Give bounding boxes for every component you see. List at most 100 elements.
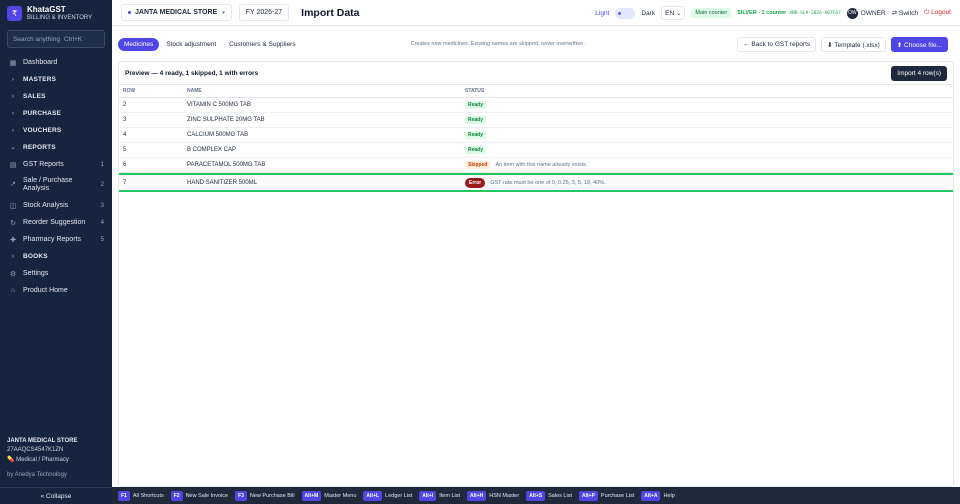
chart-icon: ↗: [10, 181, 16, 188]
brand[interactable]: ₹ KhataGST BILLING & INVENTORY: [0, 0, 112, 26]
store-dot-icon: [128, 11, 131, 14]
shortcut-number: 5: [100, 236, 104, 243]
shortcut-number: 2: [100, 182, 104, 188]
tab-stock-adjustment[interactable]: Stock adjustment: [160, 38, 222, 51]
shortcut-key: Alt+S: [526, 490, 546, 501]
item-name: CALCIUM 500MG TAB: [187, 132, 249, 138]
store-category: 💊 Medical / Pharmacy: [7, 456, 77, 463]
template-download-button[interactable]: ⬇ Template (.xlsx): [821, 37, 886, 52]
status-message: An item with this name already exists.: [495, 162, 588, 168]
tab-medicines[interactable]: Medicines: [118, 37, 160, 51]
import-rows-button[interactable]: Import 4 row(s): [891, 66, 947, 81]
brand-name: KhataGST: [27, 5, 66, 14]
sidebar-item-label: VOUCHERS: [23, 127, 62, 134]
table-body: 2 VITAMIN C 500MG TAB Ready 3 ZINC SULPHATE …: [119, 98, 953, 192]
sidebar-item-pharmacy-reports[interactable]: ✚ Pharmacy Reports 5: [0, 231, 112, 248]
topbar: JANTA MEDICAL STORE ▾ FY 2026-27 Import …: [112, 0, 960, 26]
language-select[interactable]: EN ⌄: [661, 6, 686, 20]
shortcut-number: 1: [100, 161, 104, 168]
row-number: 6: [123, 162, 127, 168]
shortcut-f1[interactable]: F1 All Shortcuts: [118, 490, 164, 501]
column-header-status: STATUS: [465, 88, 485, 94]
item-name: ZINC SULPHATE 20MG TAB: [187, 117, 265, 123]
logout-button[interactable]: ⏻ Logout: [924, 9, 951, 17]
shortcut-alt-p[interactable]: Alt+P Purchase List: [578, 490, 634, 501]
avatar[interactable]: OW: [846, 7, 858, 19]
theme-light-label: Light: [595, 9, 610, 17]
shortcut-alt-l[interactable]: Alt+L Ledger List: [363, 490, 412, 501]
vendor-credit: by Anedya Technology: [7, 472, 67, 478]
switch-icon: ⇄: [891, 10, 898, 17]
row-number: 7: [123, 179, 127, 186]
sidebar-item-vouchers[interactable]: › VOUCHERS: [0, 122, 112, 139]
shortcut-label: Help: [663, 492, 675, 499]
power-icon: ⏻: [924, 9, 930, 16]
shortcut-label: Sales List: [548, 492, 572, 499]
sidebar-item-masters[interactable]: › MASTERS: [0, 71, 112, 88]
store-category-label: Medical / Pharmacy: [16, 457, 69, 463]
shortcut-label: HSN Master: [489, 492, 520, 499]
fy-selector[interactable]: FY 2026-27: [238, 4, 290, 21]
page-title: Import Data: [301, 6, 360, 19]
sidebar-item-books[interactable]: › BOOKS: [0, 248, 112, 265]
sidebar: ₹ KhataGST BILLING & INVENTORY Search an…: [0, 0, 112, 504]
store-selector[interactable]: JANTA MEDICAL STORE ▾: [121, 4, 232, 21]
sidebar-item-gst-reports[interactable]: ▤ GST Reports 1: [0, 156, 112, 173]
sidebar-item-label: BOOKS: [23, 253, 48, 260]
status-badge: Ready: [465, 116, 487, 124]
table-row: 5 B COMPLEX CAP Ready: [119, 143, 953, 158]
theme-toggle[interactable]: [615, 7, 636, 19]
language-value: EN: [665, 10, 675, 17]
sidebar-item-label: Dashboard: [23, 59, 58, 66]
sidebar-item-stock-analysis[interactable]: ◫ Stock Analysis 3: [0, 197, 112, 214]
shortcut-key: F1: [118, 490, 130, 501]
shortcut-f3[interactable]: F3 New Purchase Bill: [235, 490, 295, 501]
sidebar-item-dashboard[interactable]: ▦ Dashboard: [0, 54, 112, 71]
item-name: B COMPLEX CAP: [187, 147, 237, 153]
sidebar-item-label: MASTERS: [23, 76, 57, 83]
box-icon: ◫: [9, 202, 17, 210]
search-shortcut: Ctrl+K: [63, 35, 83, 43]
row-number: 3: [123, 117, 127, 123]
search-input[interactable]: Search anything Ctrl+K: [7, 30, 105, 48]
shortcut-alt-s[interactable]: Alt+S Sales List: [526, 490, 572, 501]
item-name: HAND SANITIZER 500ML: [187, 179, 258, 186]
sidebar-item-label: Stock Analysis: [23, 202, 69, 209]
switch-button[interactable]: ⇄ Switch: [892, 9, 918, 17]
chevron-down-icon: ⌄: [675, 10, 682, 17]
table-row: 7 HAND SANITIZER 500ML Error GST rate must …: [119, 173, 953, 192]
sidebar-item-product-home[interactable]: ⌂ Product Home: [0, 282, 112, 299]
sidebar-item-sale-purchase-analysis[interactable]: ↗ Sale / Purchase Analysis 2: [0, 173, 112, 197]
pill-icon: ✚: [10, 236, 16, 244]
sidebar-item-label: Settings: [23, 270, 49, 277]
shortcut-alt-m[interactable]: Alt+M Master Menu: [301, 490, 356, 501]
license-code: ANR-SLV-2026-A07F67: [789, 11, 841, 16]
shortcut-alt-i[interactable]: Alt+I Item List: [419, 490, 461, 501]
choose-file-button[interactable]: ⬆ Choose file...: [890, 37, 948, 52]
shortcut-alt-a[interactable]: Alt+A Help: [641, 490, 675, 501]
column-header-name: NAME: [187, 88, 202, 94]
shortcut-alt-h[interactable]: Alt+H HSN Master: [467, 490, 520, 501]
brand-subtitle: BILLING & INVENTORY: [27, 15, 93, 21]
sidebar-item-reports[interactable]: ⌄ REPORTS: [0, 139, 112, 156]
store-info: JANTA MEDICAL STORE 27AAQCS4547K1ZN 💊 Me…: [7, 438, 77, 478]
shortcut-f2[interactable]: F2 New Sale Invoice: [170, 490, 228, 501]
item-name: VITAMIN C 500MG TAB: [187, 102, 252, 108]
shortcut-number: 3: [100, 202, 104, 209]
shortcut-label: Item List: [439, 492, 461, 499]
row-number: 5: [123, 147, 127, 153]
tab-customers-suppliers[interactable]: Customers & Suppliers: [223, 38, 301, 51]
sidebar-item-sales[interactable]: › SALES: [0, 88, 112, 105]
sidebar-item-purchase[interactable]: › PURCHASE: [0, 105, 112, 122]
counter-badge: Main counter: [691, 8, 732, 18]
switch-label: Switch: [898, 10, 919, 17]
chevron-down-icon: ⌄: [10, 145, 16, 151]
sidebar-item-reorder-suggestion[interactable]: ↻ Reorder Suggestion 4: [0, 214, 112, 231]
row-number: 4: [123, 132, 127, 138]
back-button[interactable]: ← Back to GST reports: [737, 37, 817, 52]
item-name: PARACETAMOL 500MG TAB: [187, 162, 266, 168]
collapse-button[interactable]: « Collapse: [0, 487, 112, 504]
chevron-right-icon: ›: [11, 253, 15, 260]
sidebar-item-settings[interactable]: ⚙ Settings: [0, 265, 112, 282]
shortcut-key: Alt+A: [641, 490, 661, 501]
